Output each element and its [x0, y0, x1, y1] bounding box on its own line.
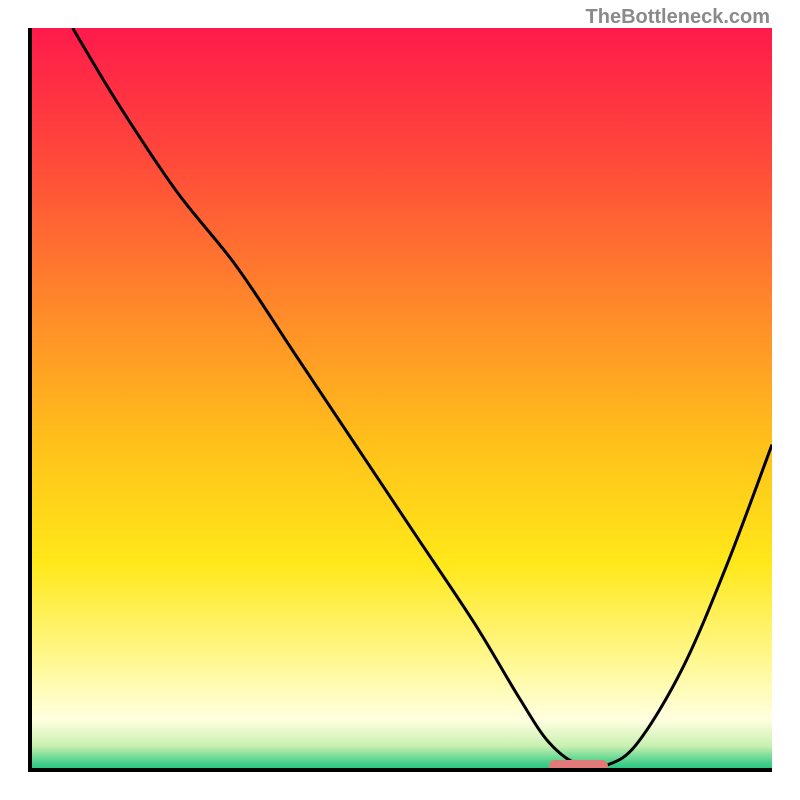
curve-layer — [28, 28, 772, 772]
optimal-range-marker — [549, 760, 609, 772]
bottleneck-curve-line — [73, 28, 772, 767]
watermark-text: TheBottleneck.com — [586, 6, 770, 29]
plot-area — [28, 28, 772, 772]
bottleneck-chart: TheBottleneck.com — [0, 0, 800, 800]
